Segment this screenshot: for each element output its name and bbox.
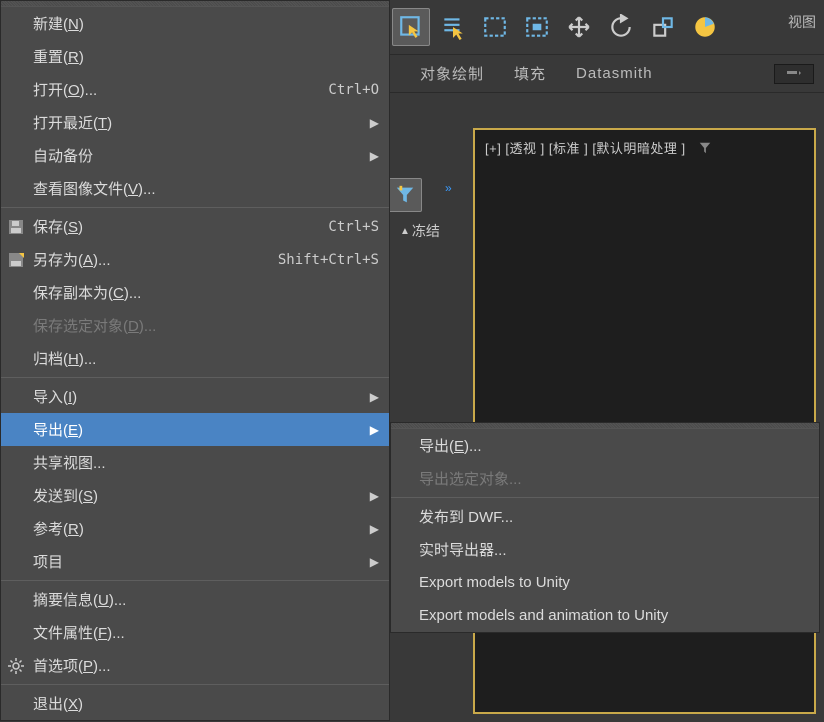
menu-item[interactable]: 文件属性(F)... bbox=[1, 616, 389, 649]
funnel-tool-icon[interactable] bbox=[388, 178, 422, 212]
toolbar-icons-row bbox=[392, 8, 724, 46]
marquee-rect-tool[interactable] bbox=[476, 8, 514, 46]
filter-icon[interactable] bbox=[698, 141, 712, 155]
menu-item[interactable]: 另存为(A)...Shift+Ctrl+S bbox=[1, 243, 389, 276]
menu-item[interactable]: 参考(R)▶ bbox=[1, 512, 389, 545]
menu-item-label: 打开最近(T) bbox=[33, 112, 370, 133]
submenu-separator bbox=[391, 497, 819, 498]
submenu-item[interactable]: 实时导出器... bbox=[391, 533, 819, 566]
submenu-item-label: 实时导出器... bbox=[419, 539, 809, 560]
file-menu: 新建(N)重置(R)打开(O)...Ctrl+O打开最近(T)▶自动备份▶查看图… bbox=[0, 0, 390, 721]
submenu-item[interactable]: Export models to Unity bbox=[391, 566, 819, 599]
menu-item-label: 另存为(A)... bbox=[33, 249, 278, 270]
pie-tool[interactable] bbox=[686, 8, 724, 46]
submenu-item-label: 导出(E)... bbox=[419, 435, 809, 456]
menu-item[interactable]: 摘要信息(U)... bbox=[1, 583, 389, 616]
submenu-item-label: 发布到 DWF... bbox=[419, 506, 809, 527]
menu-item-label: 文件属性(F)... bbox=[33, 622, 379, 643]
menu-item[interactable]: 共享视图... bbox=[1, 446, 389, 479]
menu-separator bbox=[1, 377, 389, 378]
menu-item-label: 退出(X) bbox=[33, 693, 379, 714]
menu-item[interactable]: 新建(N) bbox=[1, 7, 389, 40]
submenu-arrow-icon: ▶ bbox=[370, 423, 379, 437]
menu-item[interactable]: 重置(R) bbox=[1, 40, 389, 73]
menu-item[interactable]: 自动备份▶ bbox=[1, 139, 389, 172]
menu-item-label: 导出(E) bbox=[33, 419, 370, 440]
menu-item[interactable]: 打开最近(T)▶ bbox=[1, 106, 389, 139]
menu-item-label: 发送到(S) bbox=[33, 485, 370, 506]
menu-item-label: 自动备份 bbox=[33, 145, 370, 166]
subtoolbar-datasmith[interactable]: Datasmith bbox=[576, 65, 653, 82]
menu-item-label: 参考(R) bbox=[33, 518, 370, 539]
submenu-item[interactable]: 发布到 DWF... bbox=[391, 500, 819, 533]
submenu-item[interactable]: 导出(E)... bbox=[391, 429, 819, 462]
menu-item-label: 归档(H)... bbox=[33, 348, 379, 369]
menu-item[interactable]: 项目▶ bbox=[1, 545, 389, 578]
menu-separator bbox=[1, 684, 389, 685]
submenu-arrow-icon: ▶ bbox=[370, 149, 379, 163]
menu-item-shortcut: Ctrl+O bbox=[328, 82, 379, 98]
subtoolbar-dropdown[interactable] bbox=[774, 64, 814, 84]
move-tool[interactable] bbox=[560, 8, 598, 46]
submenu-item[interactable]: Export models and animation to Unity bbox=[391, 599, 819, 632]
menu-item[interactable]: 归档(H)... bbox=[1, 342, 389, 375]
menu-item-label: 共享视图... bbox=[33, 452, 379, 473]
submenu-item-label: Export models to Unity bbox=[419, 574, 809, 591]
menu-item[interactable]: 保存(S)Ctrl+S bbox=[1, 210, 389, 243]
rotate-tool[interactable] bbox=[602, 8, 640, 46]
submenu-arrow-icon: ▶ bbox=[370, 390, 379, 404]
menu-item-shortcut: Shift+Ctrl+S bbox=[278, 252, 379, 268]
menu-item-label: 查看图像文件(V)... bbox=[33, 178, 379, 199]
export-submenu: 导出(E)... 导出选定对象... 发布到 DWF... 实时导出器... Expor… bbox=[390, 422, 820, 633]
submenu-arrow-icon: ▶ bbox=[370, 522, 379, 536]
menu-separator bbox=[1, 580, 389, 581]
menu-item[interactable]: 导出(E)▶ bbox=[1, 413, 389, 446]
submenu-arrow-icon: ▶ bbox=[370, 489, 379, 503]
menu-item[interactable]: 退出(X) bbox=[1, 687, 389, 720]
menu-item-label: 保存副本为(C)... bbox=[33, 282, 379, 303]
view-label[interactable]: 视图 bbox=[788, 12, 816, 32]
submenu-item-label: 导出选定对象... bbox=[419, 468, 809, 489]
subtoolbar-object-paint[interactable]: 对象绘制 bbox=[420, 63, 484, 84]
submenu-item: 导出选定对象... bbox=[391, 462, 819, 495]
menu-item[interactable]: 导入(I)▶ bbox=[1, 380, 389, 413]
panel-expand-icon[interactable]: » bbox=[445, 181, 452, 195]
menu-item[interactable]: 打开(O)...Ctrl+O bbox=[1, 73, 389, 106]
submenu-arrow-icon: ▶ bbox=[370, 116, 379, 130]
selection-cursor-tool[interactable] bbox=[392, 8, 430, 46]
freeze-label[interactable]: ▲冻结 bbox=[400, 221, 440, 241]
list-cursor-tool[interactable] bbox=[434, 8, 472, 46]
viewport-header[interactable]: [+] [透视 ] [标准 ] [默认明暗处理 ] bbox=[485, 138, 712, 157]
menu-item-label: 保存选定对象(D)... bbox=[33, 315, 379, 336]
menu-item-label: 新建(N) bbox=[33, 13, 379, 34]
menu-item-label: 保存(S) bbox=[33, 216, 328, 237]
subtoolbar-fill[interactable]: 填充 bbox=[514, 63, 546, 84]
menu-item[interactable]: 查看图像文件(V)... bbox=[1, 172, 389, 205]
menu-item-label: 摘要信息(U)... bbox=[33, 589, 379, 610]
menu-item: 保存选定对象(D)... bbox=[1, 309, 389, 342]
menu-item-label: 打开(O)... bbox=[33, 79, 328, 100]
menu-item[interactable]: 发送到(S)▶ bbox=[1, 479, 389, 512]
menu-separator bbox=[1, 207, 389, 208]
menu-item[interactable]: 保存副本为(C)... bbox=[1, 276, 389, 309]
marquee-filled-tool[interactable] bbox=[518, 8, 556, 46]
submenu-arrow-icon: ▶ bbox=[370, 555, 379, 569]
menu-item-label: 首选项(P)... bbox=[33, 655, 379, 676]
menu-item[interactable]: 首选项(P)... bbox=[1, 649, 389, 682]
menu-item-label: 项目 bbox=[33, 551, 370, 572]
menu-item-label: 重置(R) bbox=[33, 46, 379, 67]
submenu-item-label: Export models and animation to Unity bbox=[419, 607, 809, 624]
menu-item-shortcut: Ctrl+S bbox=[328, 219, 379, 235]
scale-tool[interactable] bbox=[644, 8, 682, 46]
menu-item-label: 导入(I) bbox=[33, 386, 370, 407]
